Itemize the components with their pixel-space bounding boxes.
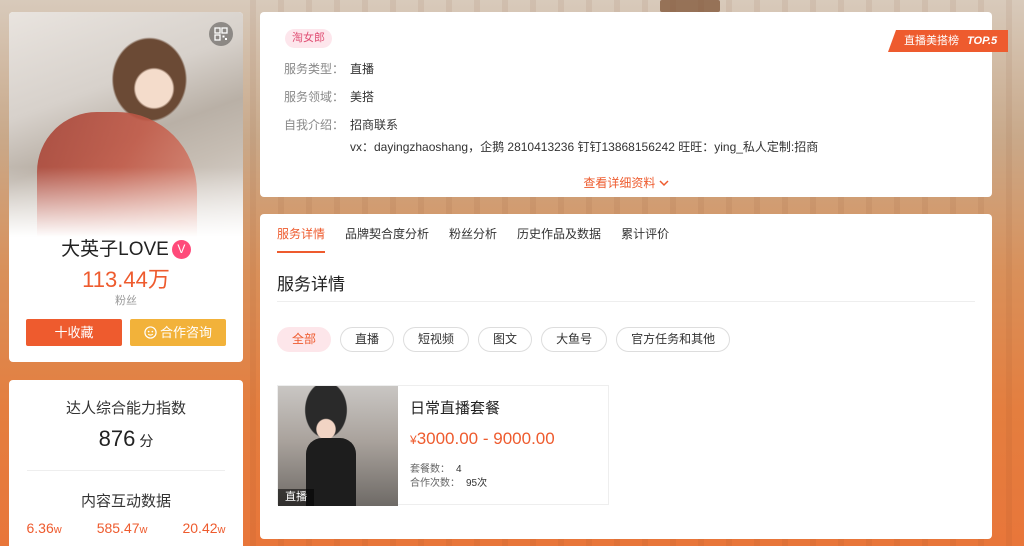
- package-type-badge: 直播: [278, 489, 314, 506]
- filter-short-video[interactable]: 短视频: [403, 327, 470, 352]
- ability-score: 876 分: [9, 426, 243, 452]
- stat-number: 6.36: [26, 520, 54, 536]
- filter-image-text[interactable]: 图文: [478, 327, 533, 352]
- info-value: 直播: [350, 62, 375, 76]
- consult-button-label: 合作咨询: [159, 325, 212, 340]
- package-price: ¥3000.00 - 9000.00: [410, 429, 555, 449]
- stat-unit: w: [139, 524, 148, 536]
- info-value: 招商联系: [350, 118, 399, 132]
- stat-value: 6.36w: [27, 520, 62, 536]
- info-rows: 服务类型： 直播 服务领域： 美搭 自我介绍： 招商联系 vx：dayingzh…: [284, 60, 818, 166]
- tab-service-details[interactable]: 服务详情: [277, 225, 326, 253]
- stat-unit: w: [217, 524, 226, 536]
- background-tower: [660, 0, 720, 12]
- section-title: 服务详情: [277, 275, 345, 294]
- ability-title: 达人综合能力指数: [65, 400, 186, 417]
- fans-count: 113.44万: [82, 267, 170, 292]
- filter-all[interactable]: 全部: [277, 327, 332, 352]
- package-coop-label: 合作次数：: [410, 478, 460, 489]
- tab-reviews[interactable]: 累计评价: [621, 225, 669, 253]
- rank-value: TOP.5: [967, 35, 998, 47]
- info-value: 美搭: [350, 90, 375, 104]
- price-range: 3000.00 - 9000.00: [416, 429, 555, 448]
- info-row-intro: 自我介绍： 招商联系 vx：dayingzhaoshang，企鹅 2810413…: [284, 116, 818, 155]
- stat-number: 20.42: [182, 520, 218, 536]
- stat-number: 585.47: [96, 520, 140, 536]
- tab-history[interactable]: 历史作品及数据: [517, 225, 601, 253]
- info-label: 服务领域：: [284, 90, 345, 104]
- ability-score-unit: 分: [139, 433, 154, 449]
- package-coop-value: 95次: [466, 478, 488, 489]
- tab-fans-analysis[interactable]: 粉丝分析: [449, 225, 497, 253]
- stat-value: 585.47w: [97, 520, 148, 536]
- divider: [27, 470, 225, 471]
- info-label: 服务类型：: [284, 62, 345, 76]
- filter-bar: 全部 直播 短视频 图文 大鱼号 官方任务和其他: [277, 327, 731, 352]
- filter-live[interactable]: 直播: [340, 327, 395, 352]
- service-tabs: 服务详情 品牌契合度分析 粉丝分析 历史作品及数据 累计评价: [277, 225, 669, 253]
- view-details-link[interactable]: 查看详细资料: [260, 174, 992, 191]
- info-row-service-field: 服务领域： 美搭: [284, 88, 818, 105]
- rank-ribbon[interactable]: 直播美搭榜 TOP.5: [888, 30, 1008, 52]
- package-card[interactable]: 直播 日常直播套餐 ¥3000.00 - 9000.00 套餐数： 4 合作次数：…: [277, 385, 609, 506]
- view-details-label: 查看详细资料: [583, 176, 656, 190]
- fans-label: 粉丝: [115, 295, 137, 307]
- stat-unit: w: [53, 524, 62, 536]
- chevron-down-icon: [659, 180, 669, 187]
- intro-contact: vx：dayingzhaoshang，企鹅 2810413236 钉钉13868…: [350, 140, 819, 154]
- package-image: 直播: [278, 386, 398, 506]
- profile-photo: [9, 12, 243, 237]
- tab-brand-fit[interactable]: 品牌契合度分析: [345, 225, 429, 253]
- service-card: 服务详情 品牌契合度分析 粉丝分析 历史作品及数据 累计评价 服务详情 全部 直…: [260, 214, 992, 539]
- info-label: 自我介绍：: [284, 118, 345, 132]
- filter-dayu[interactable]: 大鱼号: [541, 327, 608, 352]
- influencer-name: 大英子LOVE: [61, 239, 169, 260]
- influencer-name-row: 大英子LOVE V: [9, 234, 243, 261]
- interaction-stats: 6.36w 585.47w 20.42w: [9, 520, 243, 536]
- favorite-button[interactable]: 十收藏: [26, 319, 122, 346]
- ability-score-value: 876: [98, 426, 136, 451]
- profile-card: 大英子LOVE V 113.44万 粉丝 十收藏 合作咨询: [9, 12, 243, 362]
- qr-code-glyph: [214, 27, 228, 41]
- price-symbol: ¥: [410, 433, 417, 447]
- ability-card: 达人综合能力指数 876 分 内容互动数据 6.36w 585.47w 20.42…: [9, 380, 243, 546]
- package-coop: 合作次数： 95次: [410, 474, 487, 489]
- consult-button[interactable]: 合作咨询: [130, 319, 226, 346]
- stat-value: 20.42w: [182, 520, 225, 536]
- divider: [277, 301, 975, 302]
- intro-block: 招商联系 vx：dayingzhaoshang，企鹅 2810413236 钉钉…: [350, 116, 818, 155]
- package-count: 套餐数： 4: [410, 460, 462, 475]
- photo-fade: [9, 167, 243, 237]
- qr-code-icon[interactable]: [209, 22, 233, 46]
- filter-official-other[interactable]: 官方任务和其他: [616, 327, 731, 352]
- verified-icon: V: [171, 240, 191, 259]
- package-name: 日常直播套餐: [410, 400, 501, 417]
- emoji-face-icon: [144, 326, 157, 339]
- rank-label: 直播美搭榜: [904, 35, 959, 47]
- info-card: 淘女郎 直播美搭榜 TOP.5 服务类型： 直播 服务领域： 美搭 自我介绍： 招…: [260, 12, 1008, 197]
- interaction-title: 内容互动数据: [80, 493, 171, 510]
- type-tag: 淘女郎: [285, 29, 332, 48]
- info-row-service-type: 服务类型： 直播: [284, 60, 818, 77]
